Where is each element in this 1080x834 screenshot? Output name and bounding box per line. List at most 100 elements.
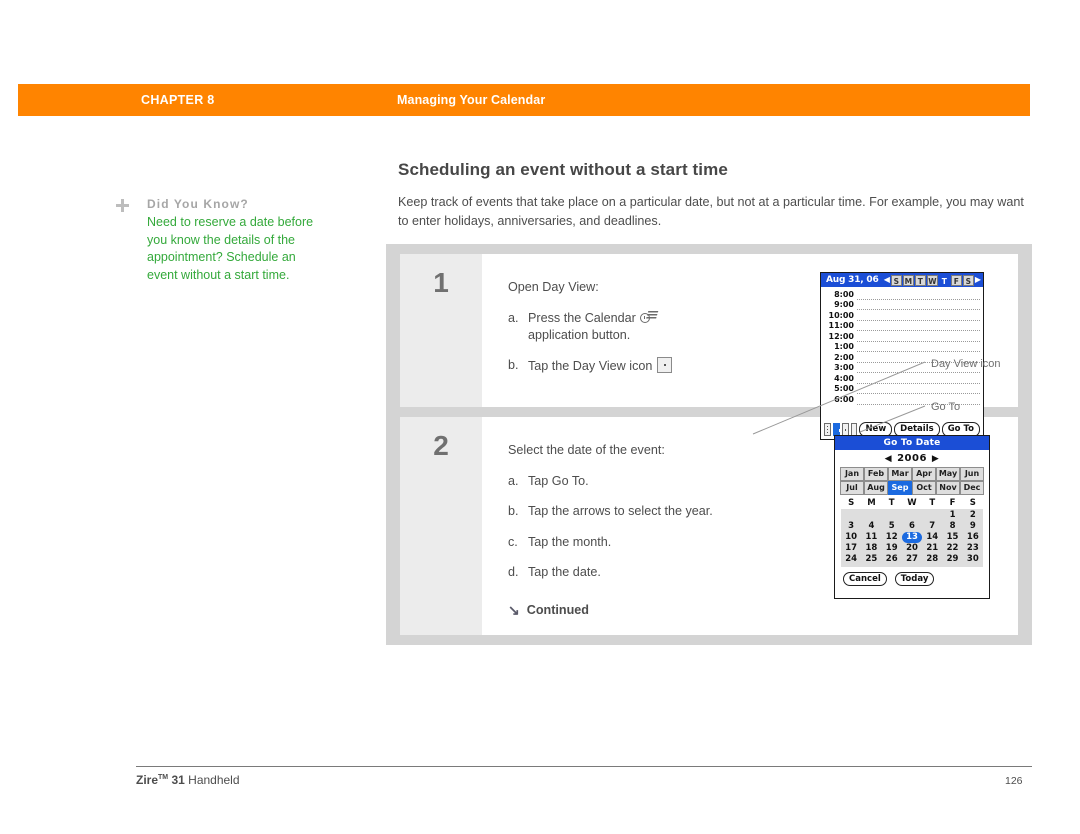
day-cell[interactable]: 18	[861, 543, 881, 554]
step-1-body: Open Day View: a. Press the Calendar app…	[482, 254, 1018, 440]
step-1-substep-a: a. Press the Calendar application button…	[508, 310, 758, 343]
day-letter-f[interactable]: F	[950, 274, 962, 286]
time-slot[interactable]	[857, 342, 980, 352]
day-cell[interactable]: 3	[841, 521, 861, 532]
day-cell[interactable]: 23	[963, 543, 983, 554]
day-cell[interactable]: 14	[922, 532, 942, 543]
time-label: 6:00	[834, 394, 854, 404]
month-jan[interactable]: Jan	[840, 466, 864, 481]
day-cell[interactable]: 29	[942, 554, 962, 565]
day-of-week-header: S M T W T F S	[835, 495, 989, 509]
month-nov[interactable]: Nov	[936, 480, 960, 495]
time-slot[interactable]	[857, 321, 980, 331]
day-letter-t2-selected[interactable]: T	[938, 274, 950, 286]
month-may[interactable]: May	[936, 466, 960, 481]
time-slot[interactable]	[857, 384, 980, 394]
day-cell[interactable]: 7	[922, 521, 942, 532]
day-cell[interactable]: 24	[841, 554, 861, 565]
go-to-date-footer: Cancel Today	[835, 567, 989, 586]
step-1-substep-b: b. Tap the Day View icon	[508, 357, 758, 375]
step-1-substep-b-text: Tap the Day View icon	[528, 357, 758, 375]
day-cell[interactable]: 11	[861, 532, 881, 543]
day-cell[interactable]: 8	[942, 521, 962, 532]
day-cell[interactable]: 6	[902, 521, 922, 532]
cancel-button[interactable]: Cancel	[843, 571, 887, 586]
day-letter-w[interactable]: W	[926, 274, 938, 286]
today-button[interactable]: Today	[894, 571, 935, 586]
day-cell[interactable]: 30	[963, 554, 983, 565]
next-week-arrow-icon[interactable]: ▶	[975, 276, 981, 284]
did-you-know-sidebar: Did You Know? Need to reserve a date bef…	[116, 196, 316, 284]
step-2-substep-a: a. Tap Go To.	[508, 473, 758, 490]
month-apr[interactable]: Apr	[912, 466, 936, 481]
time-slot[interactable]	[857, 374, 980, 384]
day-cell[interactable]: 21	[922, 543, 942, 554]
month-aug[interactable]: Aug	[864, 480, 888, 495]
month-jul[interactable]: Jul	[840, 480, 864, 495]
day-cell[interactable]: 19	[882, 543, 902, 554]
day-cell[interactable]: 9	[963, 521, 983, 532]
day-cell[interactable]: 4	[861, 521, 881, 532]
time-label: 9:00	[834, 300, 854, 309]
time-row: 12:00	[824, 331, 980, 342]
calendar-week-1: 1 2	[841, 510, 983, 521]
day-cell[interactable]: 5	[882, 521, 902, 532]
time-slot[interactable]	[857, 332, 980, 342]
day-cell[interactable]: 10	[841, 532, 861, 543]
go-to-date-title: Go To Date	[835, 435, 989, 450]
tip-body-text: Need to reserve a date before you know t…	[147, 215, 314, 282]
day-cell[interactable]: 27	[902, 554, 922, 565]
day-cell[interactable]: 17	[841, 543, 861, 554]
day-cell[interactable]: 26	[882, 554, 902, 565]
day-letter-s1[interactable]: S	[890, 274, 902, 286]
day-cell[interactable]: 22	[942, 543, 962, 554]
day-cell[interactable]: 1	[942, 510, 962, 521]
day-cell[interactable]: 25	[861, 554, 881, 565]
day-cell[interactable]: 28	[922, 554, 942, 565]
time-slot[interactable]	[857, 300, 980, 310]
step-1-substep-b-line1: Tap the Day View icon	[528, 359, 653, 373]
day-cell[interactable]: 12	[882, 532, 902, 543]
day-cell[interactable]: 2	[963, 510, 983, 521]
callout-label-day-view-icon: Day View icon	[931, 358, 1001, 370]
month-row-1: Jan Feb Mar Apr May Jun	[840, 466, 984, 481]
time-label: 11:00	[828, 321, 854, 330]
chapter-header-bar: CHAPTER 8 Managing Your Calendar	[18, 84, 1030, 116]
time-slot[interactable]	[857, 311, 980, 321]
prev-year-arrow-icon[interactable]: ◀	[885, 454, 892, 464]
day-cell[interactable]: 20	[902, 543, 922, 554]
page-title: Scheduling an event without a start time	[398, 160, 728, 179]
month-mar[interactable]: Mar	[888, 466, 912, 481]
calendar-week-2: 3 4 5 6 7 8 9	[841, 521, 983, 532]
day-view-title-bar: Aug 31, 06 ◀ S M T W T F S ▶	[821, 273, 983, 287]
prev-week-arrow-icon[interactable]: ◀	[884, 276, 890, 284]
dow-s1: S	[848, 497, 855, 508]
footer-product-name: Zire	[136, 773, 159, 787]
day-letter-m[interactable]: M	[902, 274, 914, 286]
day-cell[interactable]: 15	[942, 532, 962, 543]
continued-indicator: ↘ Continued	[508, 603, 1008, 617]
time-label: 3:00	[834, 363, 854, 372]
main-content-column: Scheduling an event without a start time…	[398, 160, 1032, 230]
time-label: 4:00	[834, 373, 854, 383]
day-letter-t1[interactable]: T	[914, 274, 926, 286]
time-slot[interactable]	[857, 290, 980, 300]
continued-arrow-icon: ↘	[508, 601, 520, 618]
day-cell[interactable]: 16	[963, 532, 983, 543]
month-oct[interactable]: Oct	[912, 480, 936, 495]
month-sep-selected[interactable]: Sep	[888, 480, 912, 495]
next-year-arrow-icon[interactable]: ▶	[932, 454, 939, 464]
tip-heading-label: Did You Know?	[147, 197, 249, 211]
time-label: 10:00	[828, 310, 854, 320]
day-letter-s2[interactable]: S	[962, 274, 974, 286]
month-feb[interactable]: Feb	[864, 466, 888, 481]
time-label: 1:00	[834, 342, 854, 351]
footer-product-number: 31	[168, 773, 185, 787]
month-jun[interactable]: Jun	[960, 466, 984, 481]
year-value: 2006	[897, 452, 927, 464]
step-2-substep-d: d. Tap the date.	[508, 564, 758, 581]
time-slot[interactable]	[857, 395, 980, 405]
month-dec[interactable]: Dec	[960, 480, 984, 495]
plus-icon	[116, 199, 129, 212]
day-cell-selected[interactable]: 13	[902, 531, 922, 543]
